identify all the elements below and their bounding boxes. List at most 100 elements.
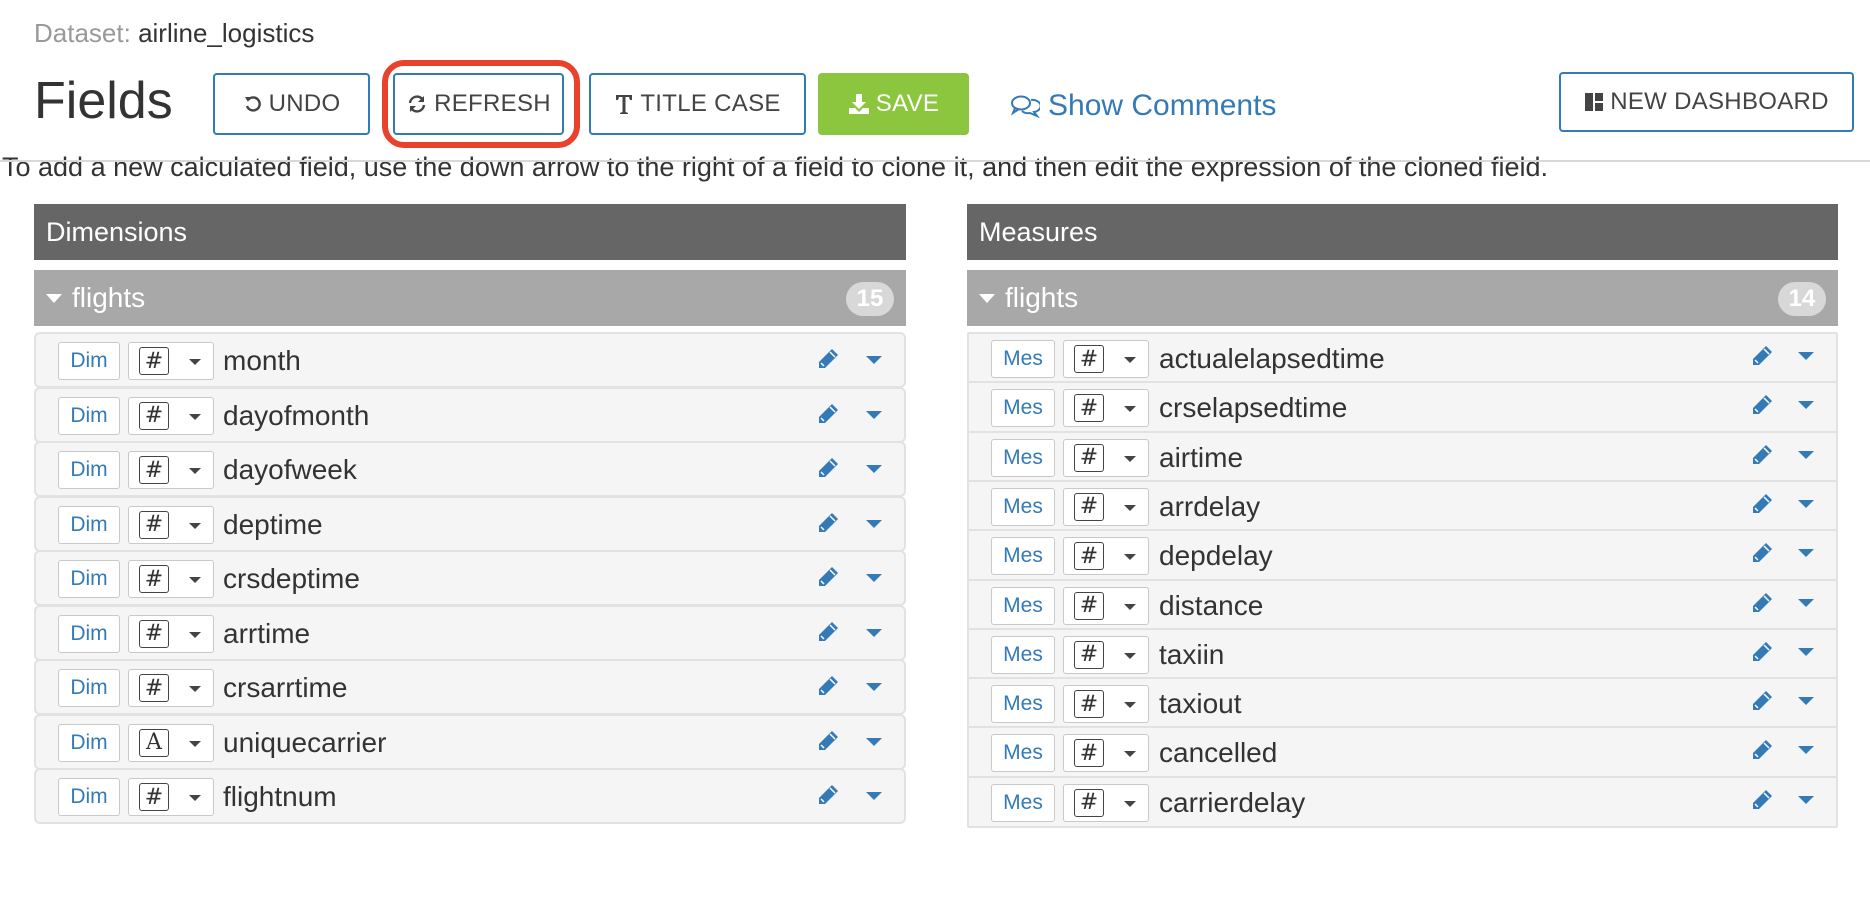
- field-type-select[interactable]: A: [128, 723, 214, 762]
- field-menu-chevron-icon[interactable]: [866, 574, 882, 582]
- edit-pencil-icon[interactable]: [816, 347, 840, 376]
- field-menu-chevron-icon[interactable]: [1798, 549, 1814, 558]
- field-menu-chevron-icon[interactable]: [866, 737, 882, 746]
- field-row: Dim # dayofmonth: [34, 386, 906, 443]
- field-type-select[interactable]: #: [1063, 783, 1149, 822]
- group-name: flights: [1005, 282, 1079, 313]
- field-row: Mes # arrdelay: [967, 479, 1838, 532]
- field-type-select[interactable]: #: [128, 778, 214, 816]
- title-case-button[interactable]: TITLE CASE: [589, 73, 806, 135]
- measures-group-flights[interactable]: flights 14: [967, 270, 1838, 326]
- edit-pencil-icon[interactable]: [1750, 788, 1774, 817]
- edit-pencil-icon[interactable]: [1750, 541, 1774, 570]
- edit-pencil-icon[interactable]: [816, 783, 840, 812]
- field-type-select[interactable]: #: [1063, 537, 1149, 576]
- field-role-toggle[interactable]: Mes: [991, 586, 1055, 625]
- field-menu-chevron-icon[interactable]: [1798, 795, 1814, 804]
- field-menu-chevron-icon[interactable]: [866, 628, 882, 637]
- field-role-toggle[interactable]: Dim: [58, 505, 120, 544]
- edit-pencil-icon[interactable]: [1750, 640, 1774, 669]
- field-type-select[interactable]: #: [1063, 340, 1149, 378]
- field-role-toggle[interactable]: Dim: [58, 614, 120, 653]
- field-role-toggle[interactable]: Dim: [58, 560, 120, 598]
- refresh-button[interactable]: REFRESH: [393, 73, 564, 135]
- field-role-toggle[interactable]: Mes: [991, 438, 1055, 477]
- field-role-toggle[interactable]: Dim: [58, 778, 120, 816]
- edit-pencil-icon[interactable]: [1750, 492, 1774, 521]
- field-type-select[interactable]: #: [1063, 685, 1149, 724]
- field-count-badge: 14: [1778, 282, 1826, 316]
- edit-pencil-icon[interactable]: [1750, 591, 1774, 620]
- edit-pencil-icon[interactable]: [1750, 738, 1774, 767]
- field-type-select[interactable]: #: [128, 451, 214, 489]
- field-role-toggle[interactable]: Dim: [58, 342, 120, 380]
- undo-button[interactable]: UNDO: [213, 73, 370, 135]
- field-menu-chevron-icon[interactable]: [1798, 401, 1814, 410]
- field-type-select[interactable]: #: [1063, 586, 1149, 625]
- field-type-select[interactable]: #: [128, 614, 214, 653]
- chevron-down-icon: [1124, 406, 1136, 413]
- field-role-toggle[interactable]: Mes: [991, 685, 1055, 724]
- edit-pencil-icon[interactable]: [1750, 443, 1774, 472]
- edit-pencil-icon[interactable]: [816, 729, 840, 758]
- chevron-down-icon: [189, 359, 201, 365]
- field-name: deptime: [223, 508, 323, 540]
- field-menu-chevron-icon[interactable]: [866, 519, 882, 528]
- edit-pencil-icon[interactable]: [816, 620, 840, 649]
- edit-pencil-icon[interactable]: [816, 456, 840, 485]
- field-menu-chevron-icon[interactable]: [1798, 697, 1814, 706]
- field-role-toggle[interactable]: Mes: [991, 389, 1055, 428]
- field-menu-chevron-icon[interactable]: [1798, 450, 1814, 459]
- field-role-toggle[interactable]: Mes: [991, 734, 1055, 773]
- field-menu-chevron-icon[interactable]: [866, 792, 882, 800]
- field-type-select[interactable]: #: [1063, 438, 1149, 477]
- field-type-select[interactable]: #: [128, 560, 214, 598]
- field-type-icon: #: [1074, 591, 1104, 620]
- show-comments-link[interactable]: Show Comments: [1010, 89, 1276, 123]
- field-type-select[interactable]: #: [1063, 487, 1149, 526]
- download-icon: [848, 94, 869, 114]
- field-role-toggle[interactable]: Mes: [991, 487, 1055, 526]
- field-role-toggle[interactable]: Dim: [58, 451, 120, 489]
- field-role-toggle[interactable]: Dim: [58, 723, 120, 762]
- field-role-toggle[interactable]: Mes: [991, 635, 1055, 674]
- field-type-select[interactable]: #: [128, 505, 214, 544]
- comments-icon: [1010, 95, 1040, 118]
- chevron-down-icon: [189, 577, 201, 583]
- field-type-select[interactable]: #: [128, 342, 214, 380]
- edit-pencil-icon[interactable]: [1750, 689, 1774, 718]
- field-role-toggle[interactable]: Dim: [58, 669, 120, 707]
- edit-pencil-icon[interactable]: [1750, 393, 1774, 422]
- field-type-icon: A: [139, 728, 169, 757]
- field-role-toggle[interactable]: Mes: [991, 340, 1055, 378]
- edit-pencil-icon[interactable]: [816, 511, 840, 540]
- field-name: depdelay: [1159, 540, 1273, 572]
- edit-pencil-icon[interactable]: [816, 565, 840, 594]
- save-button[interactable]: SAVE: [818, 73, 969, 135]
- field-menu-chevron-icon[interactable]: [866, 410, 882, 419]
- field-type-select[interactable]: #: [128, 396, 214, 435]
- field-menu-chevron-icon[interactable]: [1798, 746, 1814, 755]
- field-type-select[interactable]: #: [1063, 734, 1149, 773]
- field-menu-chevron-icon[interactable]: [866, 465, 882, 473]
- field-type-select[interactable]: #: [128, 669, 214, 707]
- edit-pencil-icon[interactable]: [816, 402, 840, 431]
- field-menu-chevron-icon[interactable]: [866, 356, 882, 364]
- field-menu-chevron-icon[interactable]: [1798, 647, 1814, 656]
- group-name: flights: [72, 282, 146, 313]
- edit-pencil-icon[interactable]: [816, 674, 840, 703]
- field-role-toggle[interactable]: Mes: [991, 783, 1055, 822]
- dimensions-group-flights[interactable]: flights 15: [34, 270, 906, 326]
- field-menu-chevron-icon[interactable]: [1798, 598, 1814, 607]
- field-menu-chevron-icon[interactable]: [866, 683, 882, 691]
- field-type-select[interactable]: #: [1063, 635, 1149, 674]
- edit-pencil-icon[interactable]: [1750, 344, 1774, 373]
- field-type-select[interactable]: #: [1063, 389, 1149, 428]
- field-role-toggle[interactable]: Dim: [58, 396, 120, 435]
- new-dashboard-label: NEW DASHBOARD: [1610, 88, 1829, 115]
- new-dashboard-button[interactable]: NEW DASHBOARD: [1559, 72, 1854, 132]
- field-role-toggle[interactable]: Mes: [991, 537, 1055, 576]
- field-menu-chevron-icon[interactable]: [1798, 499, 1814, 508]
- field-menu-chevron-icon[interactable]: [1798, 352, 1814, 360]
- field-type-icon: #: [139, 619, 169, 648]
